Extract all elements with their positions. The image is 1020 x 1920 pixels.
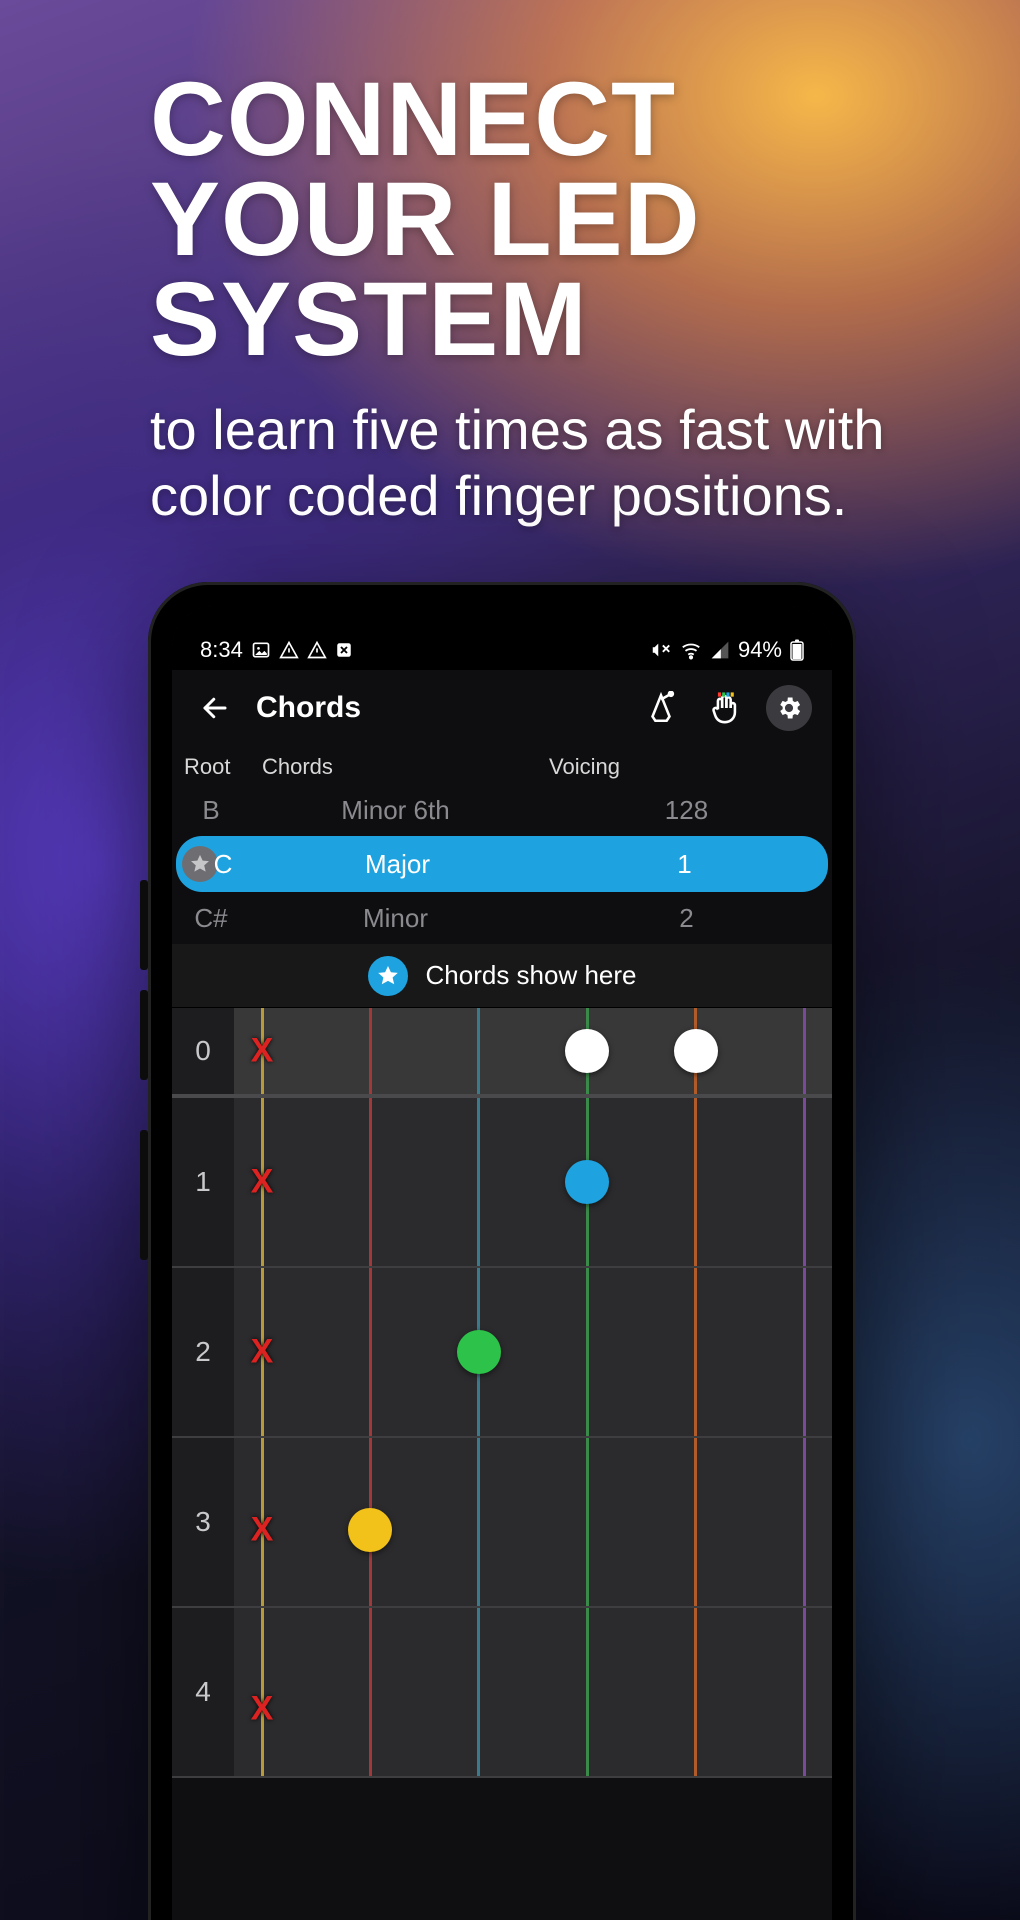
picker-root-value: B [202,795,219,826]
battery-text: 94% [738,637,782,663]
settings-button[interactable] [766,685,812,731]
promo-subheadline: to learn five times as fast with color c… [150,397,910,529]
picker-header: Root Chords Voicing [172,746,832,784]
status-time: 8:34 [200,637,243,663]
nav-title: Chords [256,691,361,725]
picker-label-chords: Chords [258,746,545,784]
fret-row: 4X [172,1608,832,1778]
string-line [369,1008,372,1094]
finger-marker [348,1508,392,1552]
picker-label-voicing: Voicing [545,746,832,784]
picker[interactable]: B Minor 6th 128 C Major 1 C# [172,784,832,944]
picker-row-below[interactable]: C# Minor 2 [172,892,832,944]
string-line [477,1438,480,1606]
fret-row: 1X [172,1098,832,1268]
fret-row: 2X [172,1268,832,1438]
close-square-icon [335,641,353,659]
fret-number: 3 [172,1438,234,1606]
fret-number: 1 [172,1098,234,1266]
string-line [803,1268,806,1436]
fret-number: 0 [172,1008,234,1094]
finger-marker [457,1330,501,1374]
string-line [369,1098,372,1266]
back-button[interactable] [192,685,238,731]
string-line [803,1608,806,1776]
finger-marker [674,1029,718,1073]
promo-page: CONNECT YOUR LED SYSTEM to learn five ti… [0,0,1020,1920]
status-right: 94% [650,637,804,663]
promo-headline: CONNECT YOUR LED SYSTEM [150,70,910,369]
nav-bar: Chords [172,670,832,746]
string-line [369,1268,372,1436]
hand-led-button[interactable] [702,685,748,731]
string-line [694,1268,697,1436]
string-line [803,1008,806,1094]
chord-banner-text: Chords show here [426,960,637,991]
fret-area: X [234,1608,832,1776]
vibrate-mute-icon [650,639,672,661]
string-line [694,1608,697,1776]
fret-area: X [234,1098,832,1266]
fret-area: X [234,1008,832,1094]
string-line [477,1608,480,1776]
finger-marker [565,1160,609,1204]
picker-row-above[interactable]: B Minor 6th 128 [172,784,832,836]
mute-icon: X [251,1032,274,1071]
picker-label-root: Root [180,746,258,784]
mute-icon: X [251,1511,274,1550]
fret-area: X [234,1268,832,1436]
mute-icon: X [251,1689,274,1728]
picker-root-value: C [192,849,254,880]
string-line [694,1098,697,1266]
warning-triangle-icon [279,640,299,660]
status-left: 8:34 [200,637,353,663]
fret-row: 3X [172,1438,832,1608]
string-line [477,1098,480,1266]
picker-chord-value: Minor [250,903,541,934]
picker-chord-value: Minor 6th [250,795,541,826]
string-line [586,1438,589,1606]
phone-power-button [140,1130,148,1260]
metronome-button[interactable] [638,685,684,731]
finger-marker [565,1029,609,1073]
string-line [803,1098,806,1266]
wifi-icon [680,639,702,661]
status-bar: 8:34 [172,606,832,670]
string-line [477,1008,480,1094]
picker-voicing-value: 128 [541,795,832,826]
battery-icon [790,639,804,661]
string-line [586,1268,589,1436]
mute-icon: X [251,1163,274,1202]
fret-number: 4 [172,1608,234,1776]
string-line [586,1608,589,1776]
phone-frame: 8:34 [148,582,856,1920]
picker-chord-value: Major [254,849,541,880]
signal-icon [710,640,730,660]
warning-triangle-icon [307,640,327,660]
promo-copy: CONNECT YOUR LED SYSTEM to learn five ti… [150,70,910,529]
picker-voicing-value: 2 [541,903,832,934]
star-icon [368,956,408,996]
phone-screen: 8:34 [172,606,832,1920]
picker-row-selected[interactable]: C Major 1 [176,836,828,892]
string-line [694,1438,697,1606]
image-icon [251,640,271,660]
fret-number: 2 [172,1268,234,1436]
string-line [369,1608,372,1776]
fretboard[interactable]: 0X1X2X3X4X [172,1008,832,1778]
picker-voicing-value: 1 [541,849,828,880]
picker-root-value: C# [194,903,227,934]
chord-banner: Chords show here [172,944,832,1008]
fret-area: X [234,1438,832,1606]
phone-volume-up [140,880,148,970]
fret-row: 0X [172,1008,832,1098]
string-line [803,1438,806,1606]
mute-icon: X [251,1333,274,1372]
phone-volume-down [140,990,148,1080]
